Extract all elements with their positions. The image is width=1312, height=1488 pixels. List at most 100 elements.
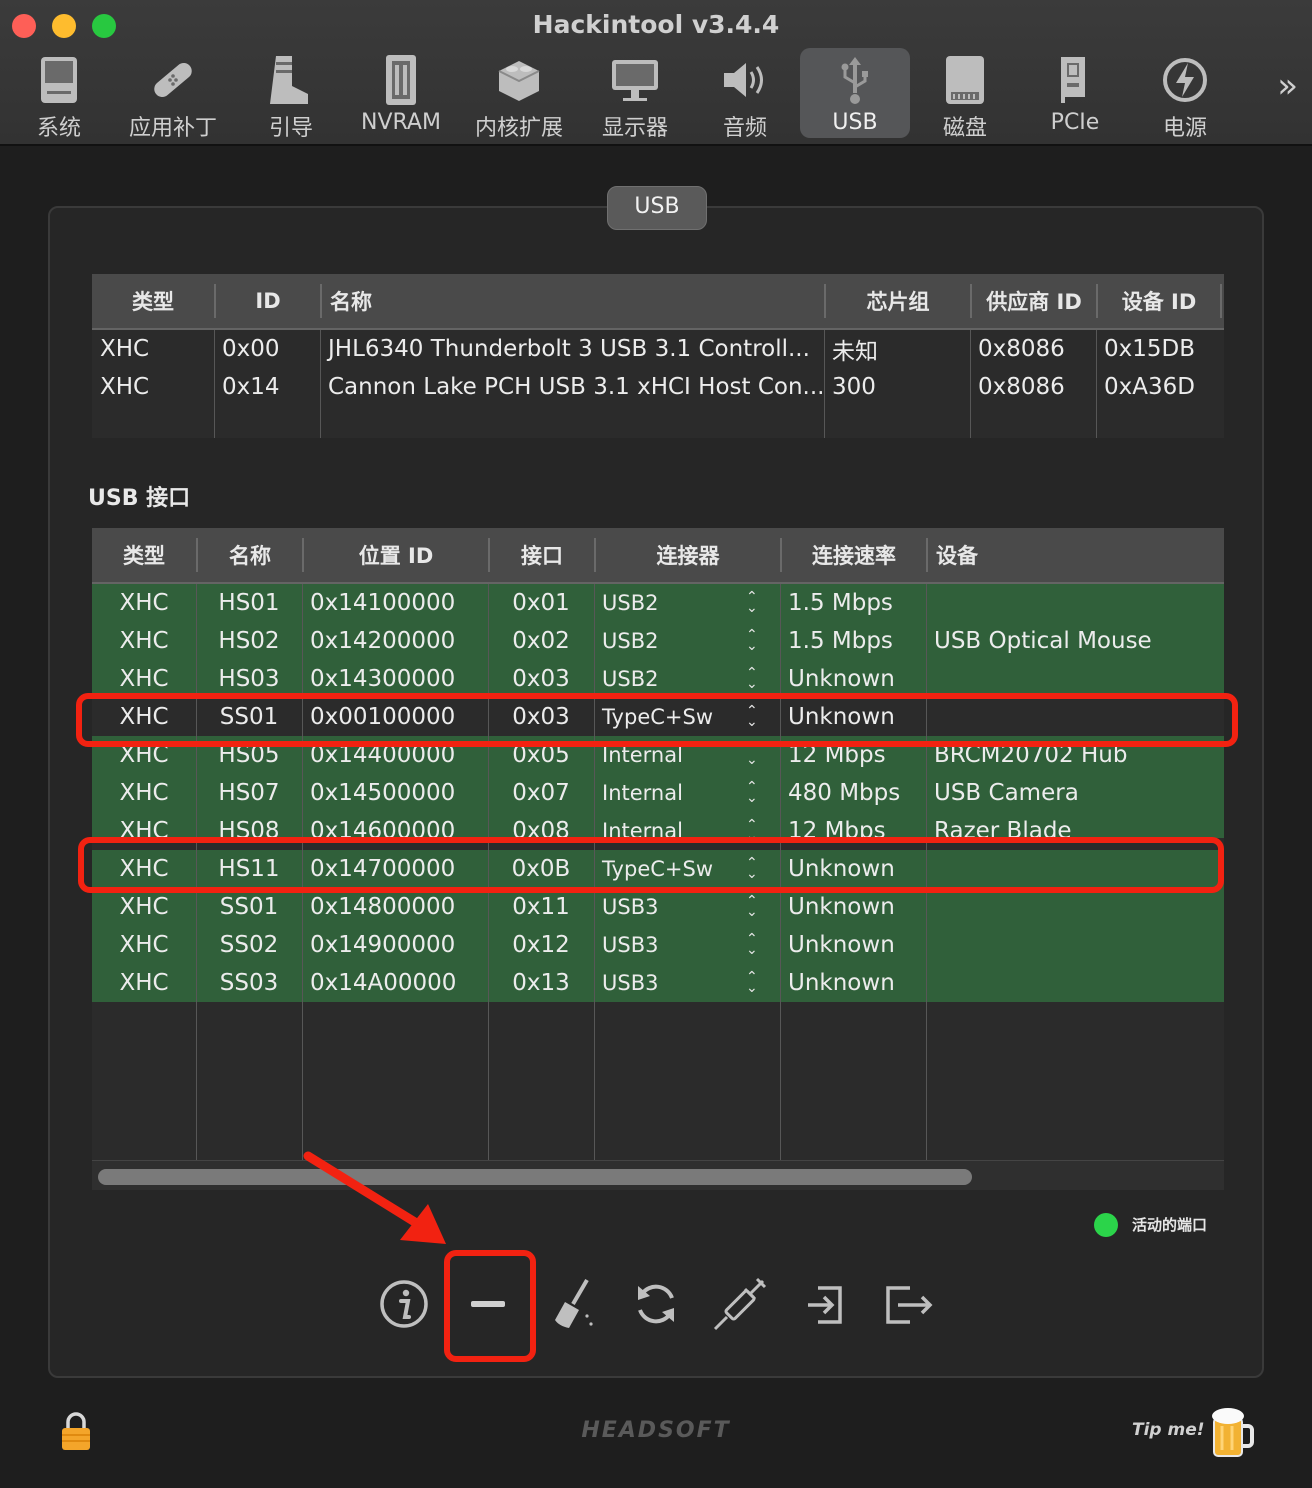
tab-power-label: 电源: [1162, 116, 1207, 141]
col-header-connector[interactable]: 连接器: [596, 528, 780, 582]
refresh-button[interactable]: [626, 1274, 686, 1334]
cell-location-id: 0x14600000: [310, 818, 456, 838]
col-header-type[interactable]: 类型: [92, 274, 214, 328]
cell-name: JHL6340 Thunderbolt 3 USB 3.1 Controll..…: [328, 336, 810, 362]
pcie-card-icon: [1020, 54, 1130, 106]
tab-display-label: 显示器: [601, 116, 668, 141]
speaker-icon: [690, 54, 800, 106]
tab-kexts[interactable]: 内核扩展: [464, 48, 574, 141]
controllers-table: 类型 ID 名称 芯片组 供应商 ID 设备 ID XHC 0x00 JHL63…: [92, 274, 1224, 438]
cell-type: XHC: [119, 818, 169, 838]
connector-popup-stepper-icon[interactable]: ⌃ ⌄: [746, 932, 758, 957]
tab-power[interactable]: 电源: [1130, 48, 1240, 141]
cell-name: Cannon Lake PCH USB 3.1 xHCI Host Con...: [328, 374, 824, 400]
nvram-chip-icon: [346, 54, 456, 106]
inject-button[interactable]: [710, 1274, 770, 1334]
ports-horizontal-scrollbar[interactable]: [92, 1160, 1224, 1190]
cell-type: XHC: [119, 894, 169, 920]
cell-type: XHC: [119, 970, 169, 996]
connector-popup-stepper-icon[interactable]: ⌃ ⌄: [746, 780, 758, 805]
clear-button[interactable]: [542, 1274, 602, 1334]
col-header-speed[interactable]: 连接速率: [782, 528, 926, 582]
col-header-port[interactable]: 接口: [490, 528, 594, 582]
cell-location-id: 0x14900000: [310, 932, 456, 958]
cell-name: SS01: [219, 894, 279, 920]
col-header-type[interactable]: 类型: [92, 528, 196, 582]
col-header-device[interactable]: 设备: [928, 528, 1218, 582]
connector-popup-stepper-icon[interactable]: ⌃ ⌄: [746, 628, 758, 653]
col-header-device-id[interactable]: 设备 ID: [1098, 274, 1220, 328]
tab-disk[interactable]: 磁盘: [910, 48, 1020, 141]
cell-chipset: 300: [832, 374, 876, 400]
cell-device-id: 0x15DB: [1104, 336, 1196, 362]
beer-mug-icon[interactable]: [1210, 1404, 1256, 1464]
display-icon: [580, 54, 690, 106]
cell-speed: 480 Mbps: [788, 780, 901, 806]
port-row[interactable]: XHC HS01 0x14100000 0x01 USB2 ⌃ ⌄ 1.5 Mbps: [92, 584, 1224, 622]
syringe-icon: [713, 1277, 767, 1331]
col-header-id[interactable]: ID: [216, 274, 320, 328]
connector-popup-stepper-icon[interactable]: ⌃ ⌄: [746, 666, 758, 691]
col-header-location-id[interactable]: 位置 ID: [304, 528, 488, 582]
tab-boot-label: 引导: [268, 116, 313, 141]
port-row[interactable]: XHC SS03 0x14A00000 0x13 USB3 ⌃ ⌄ Unknown: [92, 964, 1224, 1002]
usb-icon: [800, 54, 910, 106]
tab-kexts-label: 内核扩展: [474, 116, 563, 141]
tab-audio[interactable]: 音频: [690, 48, 800, 141]
controller-row[interactable]: XHC 0x00 JHL6340 Thunderbolt 3 USB 3.1 C…: [92, 330, 1224, 368]
cell-device: USB Camera: [934, 780, 1079, 806]
cell-port: 0x01: [512, 590, 570, 616]
computer-icon: [4, 54, 114, 106]
info-icon: [380, 1280, 428, 1328]
cell-port: 0x07: [512, 780, 570, 806]
port-row[interactable]: XHC HS07 0x14500000 0x07 Internal ⌃ ⌄ 480 Mbps U…: [92, 774, 1224, 812]
connector-popup-stepper-icon[interactable]: ⌃ ⌄: [746, 818, 758, 838]
port-row[interactable]: XHC HS02 0x14200000 0x02 USB2 ⌃ ⌄ 1.5 Mbps USB O…: [92, 622, 1224, 660]
ports-table-header: 类型 名称 位置 ID 接口 连接器 连接速率 设备: [92, 528, 1224, 584]
cell-location-id: 0x14800000: [310, 894, 456, 920]
scrollbar-thumb[interactable]: [98, 1169, 972, 1185]
col-header-vendor-id[interactable]: 供应商 ID: [972, 274, 1096, 328]
tab-boot[interactable]: 引导: [236, 48, 346, 141]
import-button[interactable]: [794, 1274, 854, 1334]
port-row[interactable]: XHC HS08 0x14600000 0x08 Internal ⌃ ⌄ 12 Mbps Ra…: [92, 812, 1224, 838]
title-bar: Hackintool v3.4.4 系统 应用补丁 引导 NVRAM 内核扩展 …: [0, 0, 1312, 146]
power-bolt-icon: [1130, 54, 1240, 106]
active-port-legend: 活动的端口: [1132, 1216, 1208, 1234]
cell-device: USB Optical Mouse: [934, 628, 1152, 654]
group-tab-usb[interactable]: USB: [607, 186, 707, 230]
headsoft-logo: HEADSOFT: [581, 1418, 731, 1443]
info-button[interactable]: [374, 1274, 434, 1334]
cell-port: 0x11: [512, 894, 570, 920]
connector-popup-stepper-icon[interactable]: ⌃ ⌄: [746, 894, 758, 919]
export-icon: [886, 1286, 933, 1324]
tab-usb[interactable]: USB: [800, 48, 910, 138]
tab-patch[interactable]: 应用补丁: [118, 48, 228, 141]
tab-system[interactable]: 系统: [4, 48, 114, 141]
tab-pcie[interactable]: PCIe: [1020, 48, 1130, 138]
active-port-indicator: [1094, 1213, 1118, 1237]
cell-device: [926, 584, 1224, 622]
boot-icon: [236, 54, 346, 106]
connector-popup-stepper-icon[interactable]: ⌃ ⌄: [746, 590, 758, 615]
connector-popup-stepper-icon[interactable]: ⌃ ⌄: [746, 970, 758, 995]
cell-speed: Unknown: [788, 970, 895, 996]
port-row[interactable]: XHC SS02 0x14900000 0x12 USB3 ⌃ ⌄ Unknown: [92, 926, 1224, 964]
tip-me-label[interactable]: Tip me!: [1132, 1420, 1205, 1440]
toolbar-overflow-button[interactable]: »: [1277, 66, 1298, 106]
port-row[interactable]: XHC SS01 0x14800000 0x11 USB3 ⌃ ⌄ Unknown: [92, 888, 1224, 926]
col-header-name[interactable]: 名称: [322, 274, 822, 328]
cell-vendor-id: 0x8086: [978, 374, 1065, 400]
tab-nvram[interactable]: NVRAM: [346, 48, 456, 138]
cell-name: SS02: [219, 932, 279, 958]
cell-speed: Unknown: [788, 932, 895, 958]
annotation-arrow-icon: [303, 1151, 446, 1244]
col-header-name[interactable]: 名称: [198, 528, 302, 582]
controllers-table-header: 类型 ID 名称 芯片组 供应商 ID 设备 ID: [92, 274, 1224, 330]
export-button[interactable]: [878, 1274, 938, 1334]
controller-row[interactable]: XHC 0x14 Cannon Lake PCH USB 3.1 xHCI Ho…: [92, 368, 1224, 406]
connector-popup-stepper-icon[interactable]: ⌃ ⌄: [746, 742, 758, 767]
col-header-chipset[interactable]: 芯片组: [826, 274, 970, 328]
cell-name: HS02: [218, 628, 280, 654]
tab-display[interactable]: 显示器: [580, 48, 690, 141]
